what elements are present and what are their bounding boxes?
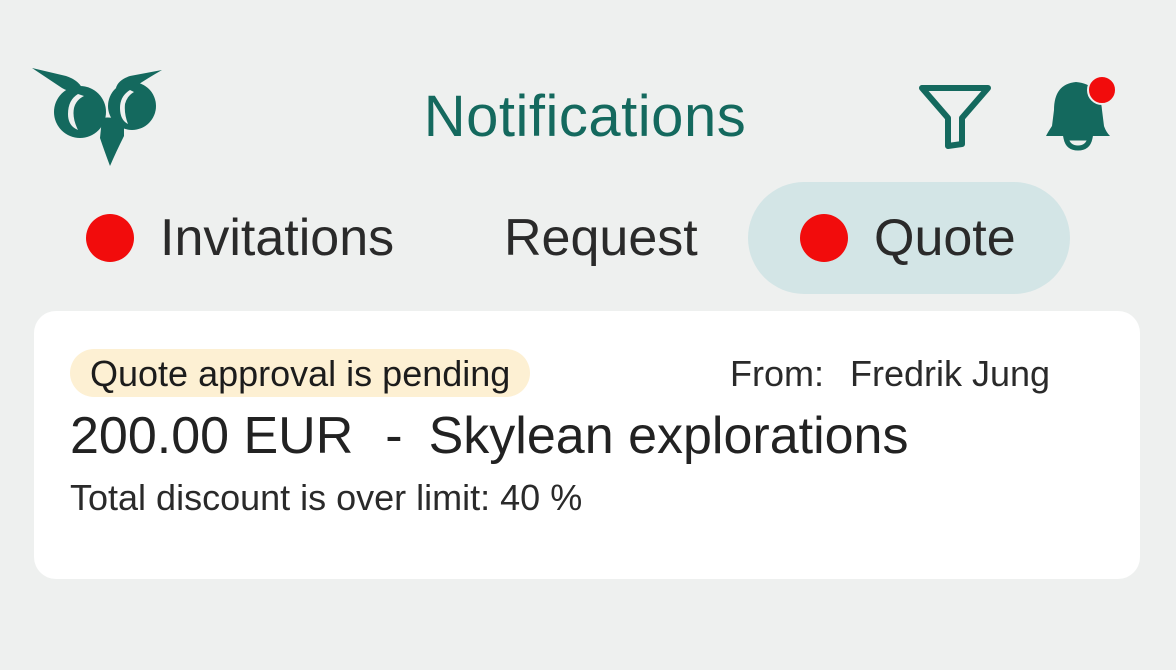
filter-button[interactable]	[916, 82, 994, 152]
unread-dot	[86, 214, 134, 262]
notification-detail: Total discount is over limit: 40 %	[70, 477, 583, 518]
page-title: Notifications	[423, 84, 747, 149]
from-label: From:	[730, 353, 824, 394]
separator: -	[385, 407, 403, 465]
tab-label: Request	[504, 209, 698, 267]
unread-dot	[800, 214, 848, 262]
tab-label: Quote	[874, 209, 1016, 267]
quote-summary: 200.00 EUR - Skylean explorations	[70, 401, 908, 471]
notifications-bell-button[interactable]	[1040, 74, 1122, 154]
sender-name: Fredrik Jung	[850, 353, 1051, 394]
tab-quote[interactable]: Quote	[748, 182, 1070, 294]
notification-card[interactable]: Quote approval is pending From: Fredrik …	[34, 311, 1140, 579]
status-badge: Quote approval is pending	[70, 349, 531, 397]
tab-invitations[interactable]: Invitations	[86, 182, 394, 294]
tab-label: Invitations	[160, 209, 395, 267]
owl-logo-icon	[32, 66, 164, 168]
quote-amount: 200.00 EUR	[70, 407, 354, 465]
tab-request[interactable]: Request	[504, 182, 698, 294]
project-name: Skylean explorations	[428, 407, 909, 465]
unread-badge-dot	[1087, 75, 1117, 105]
filter-icon	[919, 85, 991, 149]
bell-icon	[1046, 75, 1117, 151]
